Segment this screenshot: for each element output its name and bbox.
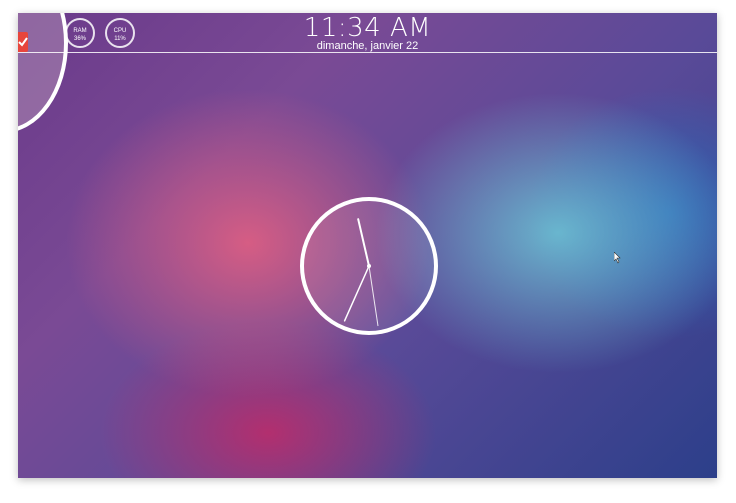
topbar-clock: 11:34 AM dimanche, janvier 22	[18, 15, 717, 52]
desktop: RAM 36% CPU 11% 11:34 AM dimanche, janvi…	[18, 13, 717, 478]
time-text: 11:34 AM	[303, 13, 432, 43]
date-text: dimanche, janvier 22	[316, 40, 419, 52]
analog-clock	[300, 197, 438, 335]
topbar-divider	[18, 52, 717, 53]
clock-center	[367, 264, 371, 268]
mouse-cursor-icon	[614, 252, 621, 264]
